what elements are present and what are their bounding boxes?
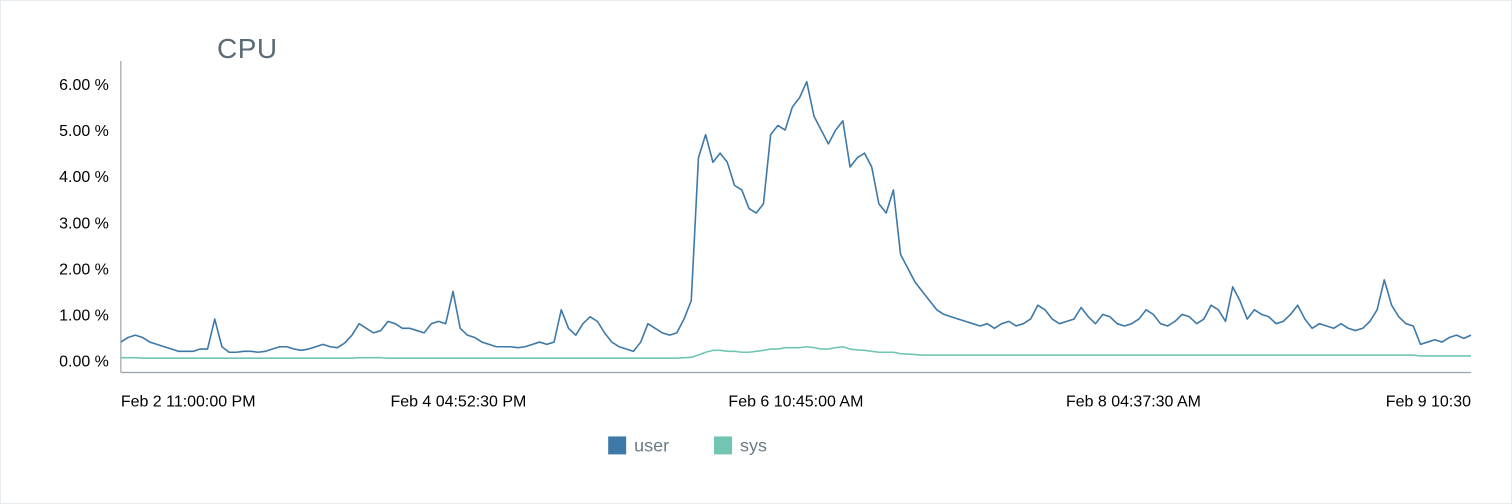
y-tick-label: 4.00 %	[59, 169, 109, 186]
legend-label-sys: sys	[740, 435, 767, 455]
y-ticks: 0.00 % 1.00 % 2.00 % 3.00 % 4.00 % 5.00 % 6.00…	[59, 77, 133, 371]
series-line-sys	[121, 347, 1471, 358]
chart-area: CPU 0.00 %1.00 %2.00 %3.00 %4.00 %5.00 %…	[21, 21, 1491, 483]
x-tick-label: Feb 2 11:00:00 PM	[121, 393, 256, 410]
x-tick-label: Feb 6 10:45:00 AM	[728, 393, 863, 410]
x-tick-label: Feb 4 04:52:30 PM	[390, 393, 526, 410]
legend-swatch-user	[608, 436, 626, 454]
x-tick-label: Feb 8 04:37:30 AM	[1066, 393, 1201, 410]
chart-svg: 0.00 % 1.00 % 2.00 % 3.00 % 4.00 % 5.00 % 6.00…	[21, 21, 1491, 484]
y-tick-label: 0.00 %	[59, 354, 109, 371]
y-tick-label: 2.00 %	[59, 261, 109, 278]
cpu-chart-panel: CPU 0.00 %1.00 %2.00 %3.00 %4.00 %5.00 %…	[0, 0, 1512, 504]
series-line-user	[121, 82, 1471, 353]
legend-swatch-sys	[714, 436, 732, 454]
y-tick-label: 6.00 %	[59, 77, 109, 94]
legend-label-user: user	[634, 435, 669, 455]
y-tick-label: 1.00 %	[59, 307, 109, 324]
legend: user sys	[608, 435, 767, 455]
x-tick-label: Feb 9 10:30	[1386, 393, 1471, 410]
x-ticks: Feb 2 11:00:00 PM Feb 4 04:52:30 PM Feb 6 …	[121, 373, 1471, 411]
y-tick-label: 5.00 %	[59, 123, 109, 140]
y-tick-label: 3.00 %	[59, 215, 109, 232]
